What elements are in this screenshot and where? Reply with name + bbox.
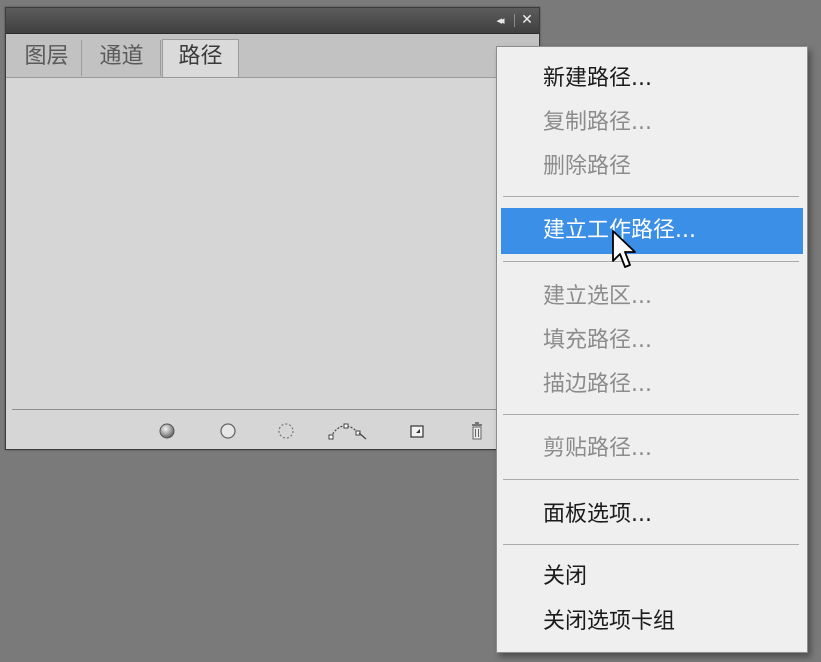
mouse-pointer-icon	[612, 230, 636, 268]
paths-list-area[interactable]	[6, 78, 539, 410]
menu-separator	[503, 414, 799, 415]
tab-layers[interactable]: 图层	[12, 40, 82, 76]
close-icon[interactable]: ✕	[518, 11, 536, 30]
menu-item-new-path[interactable]: 新建路径...	[501, 59, 803, 99]
menu-separator	[503, 261, 799, 262]
paths-panel-flyout-menu: 新建路径... 复制路径... 删除路径 建立工作路径... 建立选区... 填…	[496, 46, 808, 653]
tab-channels[interactable]: 通道	[83, 40, 161, 76]
new-path-icon[interactable]	[404, 418, 430, 444]
tab-paths[interactable]: 路径	[162, 39, 239, 77]
stroke-path-icon[interactable]	[215, 418, 241, 444]
menu-item-make-work-path[interactable]: 建立工作路径...	[501, 208, 803, 254]
menu-item-stroke-path[interactable]: 描边路径...	[501, 365, 803, 405]
panel-bottom-bar	[6, 410, 539, 449]
menu-item-close-tab-group[interactable]: 关闭选项卡组	[501, 602, 803, 642]
panel-titlebar[interactable]: ◂◂ ✕	[6, 8, 539, 34]
menu-item-delete-path[interactable]: 删除路径	[501, 147, 803, 187]
make-work-path-icon[interactable]	[326, 418, 370, 444]
menu-item-fill-path[interactable]: 填充路径...	[501, 321, 803, 361]
menu-item-close[interactable]: 关闭	[501, 557, 803, 597]
menu-separator	[503, 544, 799, 545]
menu-item-panel-options[interactable]: 面板选项...	[501, 495, 803, 535]
delete-path-icon[interactable]	[464, 418, 490, 444]
titlebar-divider	[514, 14, 515, 27]
menu-item-clipping-path[interactable]: 剪贴路径...	[501, 429, 803, 469]
collapse-icon[interactable]: ◂◂	[488, 12, 510, 29]
menu-separator	[503, 196, 799, 197]
fill-path-icon[interactable]	[154, 418, 180, 444]
menu-item-make-selection[interactable]: 建立选区...	[501, 277, 803, 317]
menu-item-duplicate-path[interactable]: 复制路径...	[501, 103, 803, 143]
paths-panel: ◂◂ ✕ 图层 通道 路径 ≡	[5, 7, 540, 450]
load-selection-icon[interactable]	[273, 418, 299, 444]
panel-tabbar: 图层 通道 路径 ≡	[6, 34, 539, 78]
menu-separator	[503, 479, 799, 480]
